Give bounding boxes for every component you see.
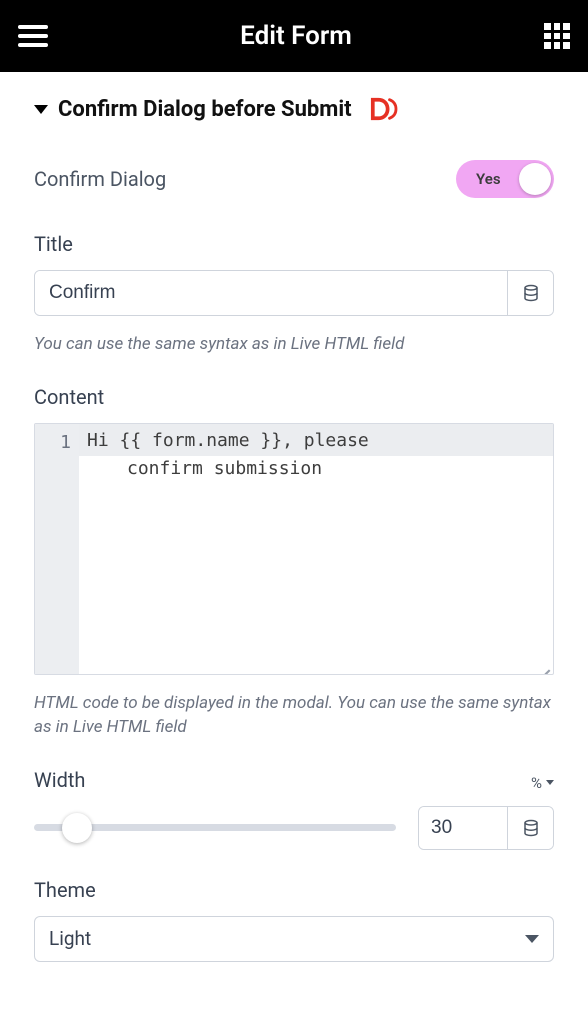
title-block: Title You can use the same syntax as in … [34, 232, 554, 357]
resize-handle-icon[interactable] [538, 659, 550, 671]
title-input-group [34, 270, 554, 316]
database-icon [522, 284, 540, 302]
dropdown-caret-icon [525, 935, 539, 943]
width-slider[interactable] [34, 812, 396, 844]
width-unit-picker[interactable]: % [531, 774, 554, 792]
width-unit-value: % [531, 774, 542, 792]
menu-icon[interactable] [18, 25, 48, 47]
code-gutter: 1 [35, 424, 79, 674]
width-input-group [418, 806, 554, 850]
title-help-text: You can use the same syntax as in Live H… [34, 332, 554, 357]
title-label: Title [34, 232, 554, 256]
confirm-dialog-row: Confirm Dialog Yes [34, 160, 554, 198]
top-bar: Edit Form [0, 0, 588, 72]
slider-thumb[interactable] [62, 813, 92, 843]
code-area[interactable]: Hi {{ form.name }}, please confirm submi… [79, 424, 553, 674]
title-input[interactable] [35, 271, 507, 315]
chevron-down-icon [546, 780, 554, 785]
content-label: Content [34, 385, 554, 409]
theme-select[interactable]: Light [34, 916, 554, 962]
toggle-knob [519, 163, 551, 195]
code-line-1-cont: confirm submission [79, 456, 553, 480]
content-help-text: HTML code to be displayed in the modal. … [34, 691, 554, 740]
section-header: Confirm Dialog before Submit [34, 96, 554, 122]
theme-value: Light [49, 927, 91, 950]
content-block: Content 1 Hi {{ form.name }}, please con… [34, 385, 554, 740]
code-line-1: Hi {{ form.name }}, please [79, 424, 553, 456]
width-slider-row [34, 806, 554, 850]
line-number: 1 [35, 430, 79, 456]
database-icon [522, 819, 540, 837]
toggle-yes-label: Yes [476, 170, 501, 188]
page-title: Edit Form [240, 21, 352, 51]
confirm-dialog-toggle[interactable]: Yes [456, 160, 554, 198]
width-datasource-button[interactable] [507, 807, 553, 849]
apps-grid-icon[interactable] [544, 23, 570, 49]
collapse-caret-icon[interactable] [34, 105, 48, 114]
theme-label: Theme [34, 878, 554, 902]
title-datasource-button[interactable] [507, 271, 553, 315]
section-title: Confirm Dialog before Submit [58, 97, 352, 122]
content-area: Confirm Dialog before Submit Confirm Dia… [0, 72, 588, 962]
width-block: Width % [34, 768, 554, 850]
width-input[interactable] [419, 807, 507, 849]
content-code-editor[interactable]: 1 Hi {{ form.name }}, please confirm sub… [34, 423, 554, 675]
d-logo-icon [368, 96, 398, 122]
confirm-dialog-label: Confirm Dialog [34, 167, 166, 191]
width-label: Width [34, 768, 85, 792]
theme-block: Theme Light [34, 878, 554, 962]
